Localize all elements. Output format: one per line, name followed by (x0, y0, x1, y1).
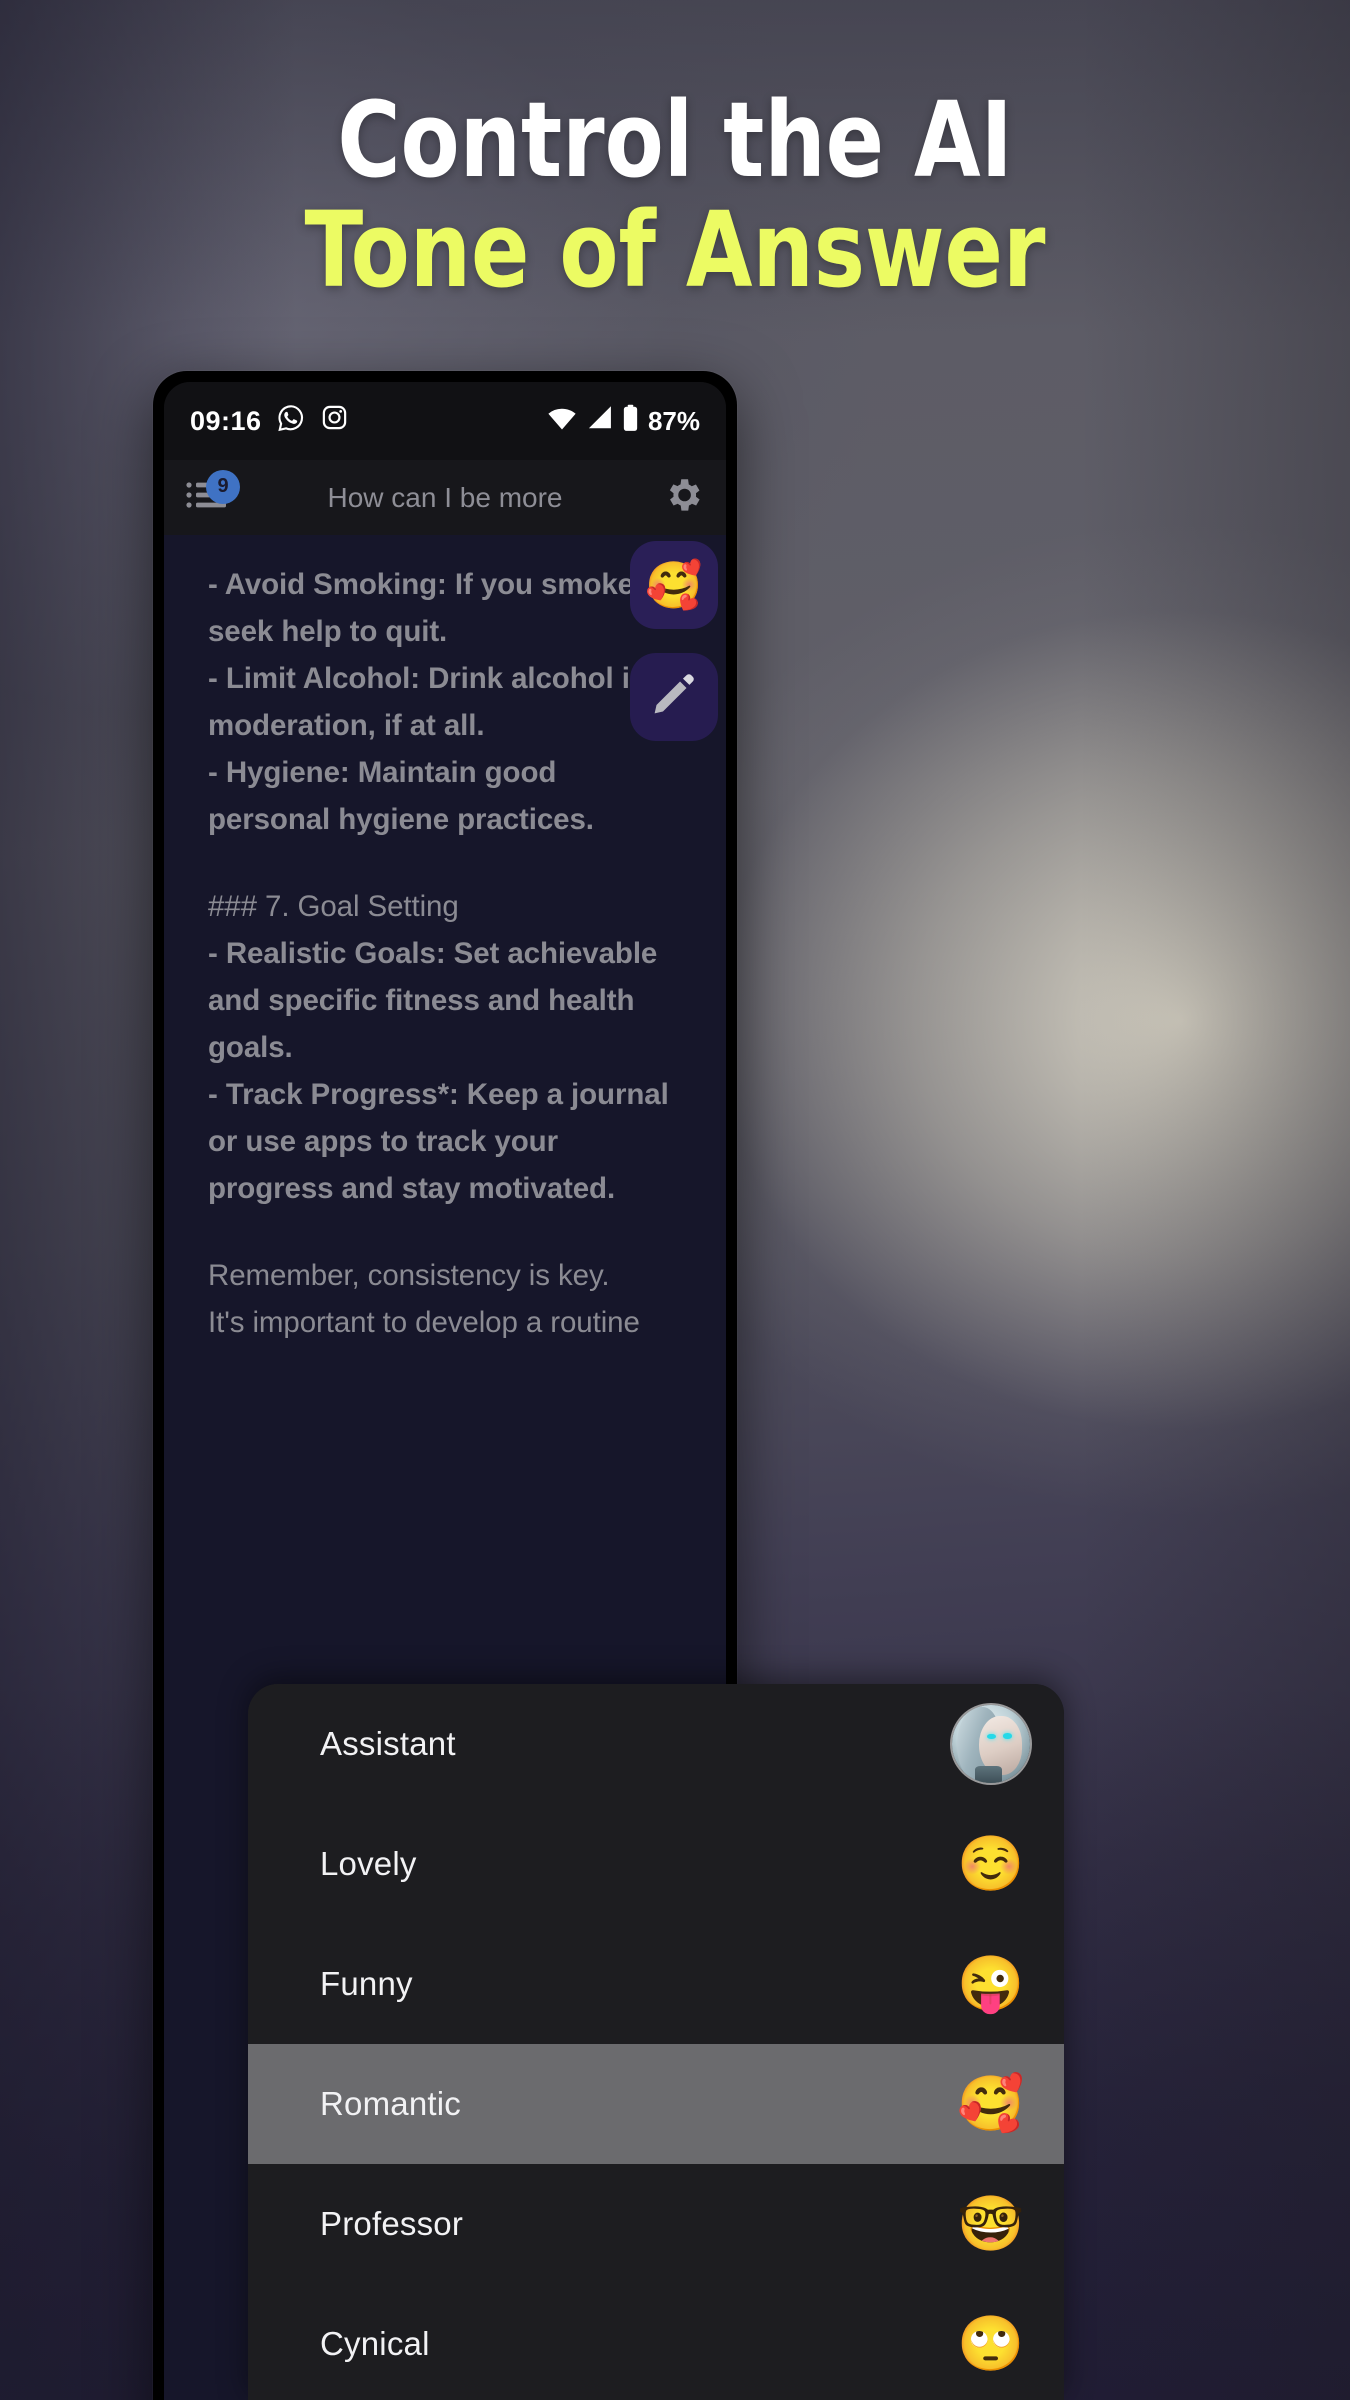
signal-icon (586, 405, 613, 438)
smiling-face-hearts-icon: 🥰 (645, 559, 703, 611)
tone-option-cynical[interactable]: Cynical 🙄 (248, 2284, 1064, 2400)
instagram-icon (320, 403, 349, 439)
tone-option-lovely[interactable]: Lovely ☺️ (248, 1804, 1064, 1924)
tone-option-label: Cynical (320, 2325, 430, 2362)
status-bar-left: 09:16 (190, 403, 349, 440)
face-rolling-eyes-icon: 🙄 (957, 2314, 1025, 2374)
tone-selection-sheet: Assistant Lovely ☺️ Funny 😜 Romantic 🥰 P… (248, 1684, 1064, 2400)
tone-option-label: Romantic (320, 2085, 461, 2122)
message-paragraph: - Avoid Smoking: If you smoke, seek help… (208, 568, 643, 648)
tone-option-assistant[interactable]: Assistant (248, 1684, 1064, 1804)
whatsapp-icon (276, 403, 306, 440)
tone-option-funny[interactable]: Funny 😜 (248, 1924, 1064, 2044)
robot-avatar (952, 1705, 1030, 1783)
message-heading: ### 7. Goal Setting (208, 890, 459, 923)
tone-option-romantic[interactable]: Romantic 🥰 (248, 2044, 1064, 2164)
tone-option-label: Assistant (320, 1725, 456, 1762)
battery-percent-label: 87% (647, 405, 700, 436)
battery-icon (622, 404, 639, 439)
headline-line-2: Tone of Answer (304, 189, 1046, 311)
tone-option-label: Funny (320, 1965, 413, 2002)
message-paragraph: Remember, consistency is key. (208, 1259, 610, 1292)
wifi-icon (547, 405, 577, 438)
message-paragraph: - Limit Alcohol: Drink alcohol in modera… (208, 662, 648, 742)
smiling-face-icon: ☺️ (957, 1834, 1025, 1894)
tone-option-label: Lovely (320, 1845, 417, 1882)
status-bar: 09:16 87% (164, 382, 726, 460)
status-bar-clock: 09:16 (190, 405, 262, 436)
headline-line-1: Control the AI (337, 79, 1013, 201)
app-toolbar: 9 How can I be more (164, 460, 726, 535)
gear-icon (662, 474, 704, 521)
message-paragraph: - Realistic Goals: Set achievable and sp… (208, 937, 658, 1064)
promo-headline: Control the AI Tone of Answer (0, 86, 1350, 304)
settings-button[interactable] (658, 474, 704, 521)
winking-face-tongue-icon: 😜 (957, 1954, 1025, 2014)
message-paragraph: - Track Progress*: Keep a journal or use… (208, 1078, 669, 1205)
edit-fab[interactable] (630, 653, 718, 741)
conversations-menu-button[interactable]: 9 (186, 469, 240, 520)
pencil-icon (649, 669, 699, 726)
tone-option-label: Professor (320, 2205, 464, 2242)
nerd-face-icon: 🤓 (957, 2194, 1025, 2254)
message-paragraph: It's important to develop a routine (208, 1306, 640, 1339)
tone-option-professor[interactable]: Professor 🤓 (248, 2164, 1064, 2284)
status-bar-right: 87% (547, 404, 700, 439)
message-paragraph: - Hygiene: Maintain good personal hygien… (208, 756, 594, 836)
floating-action-buttons: 🥰 (630, 541, 718, 741)
unread-count-badge: 9 (206, 469, 240, 504)
page-title: How can I be more (327, 481, 563, 513)
tone-fab[interactable]: 🥰 (630, 541, 718, 629)
smiling-face-hearts-icon: 🥰 (957, 2074, 1025, 2134)
